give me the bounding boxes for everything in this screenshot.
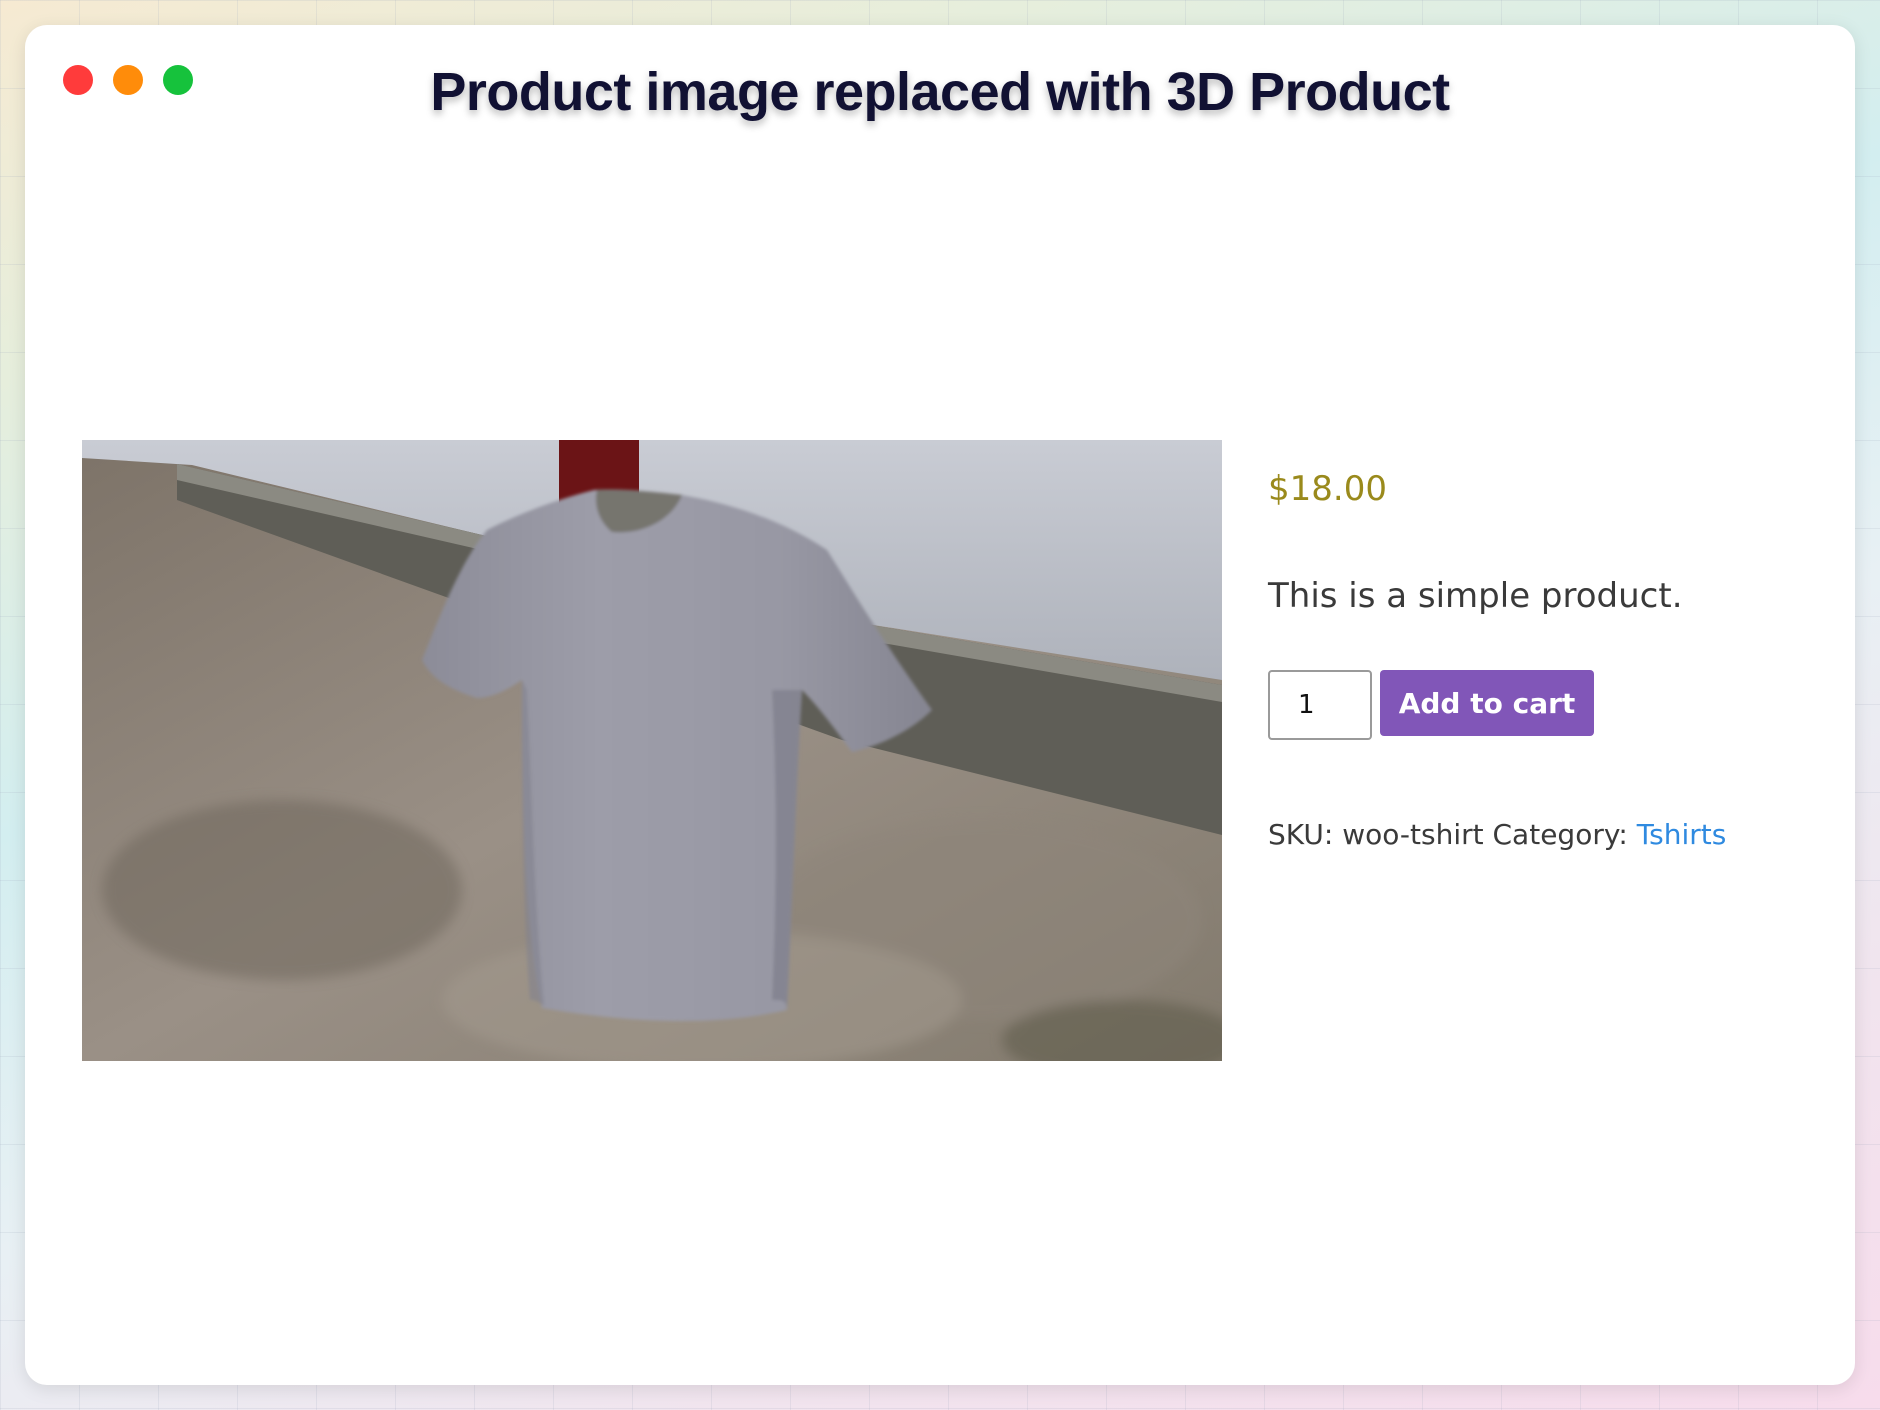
product-meta: SKU: woo-tshirt Category: Tshirts [1268,818,1726,851]
product-description: This is a simple product. [1268,576,1683,616]
sku-label: SKU: [1268,818,1334,851]
category-label: Category: [1492,818,1628,851]
add-to-cart-button[interactable]: Add to cart [1380,670,1594,736]
sku-value: woo-tshirt [1342,818,1484,851]
quantity-input[interactable] [1268,670,1372,740]
category-link[interactable]: Tshirts [1637,818,1727,851]
product-3d-viewer[interactable] [82,440,1222,1061]
app-window: Product image replaced with 3D Product $… [25,25,1855,1385]
tshirt-3d-model-icon [82,440,1222,1061]
product-price: $18.00 [1268,469,1387,509]
window-title: Product image replaced with 3D Product [430,62,1450,122]
